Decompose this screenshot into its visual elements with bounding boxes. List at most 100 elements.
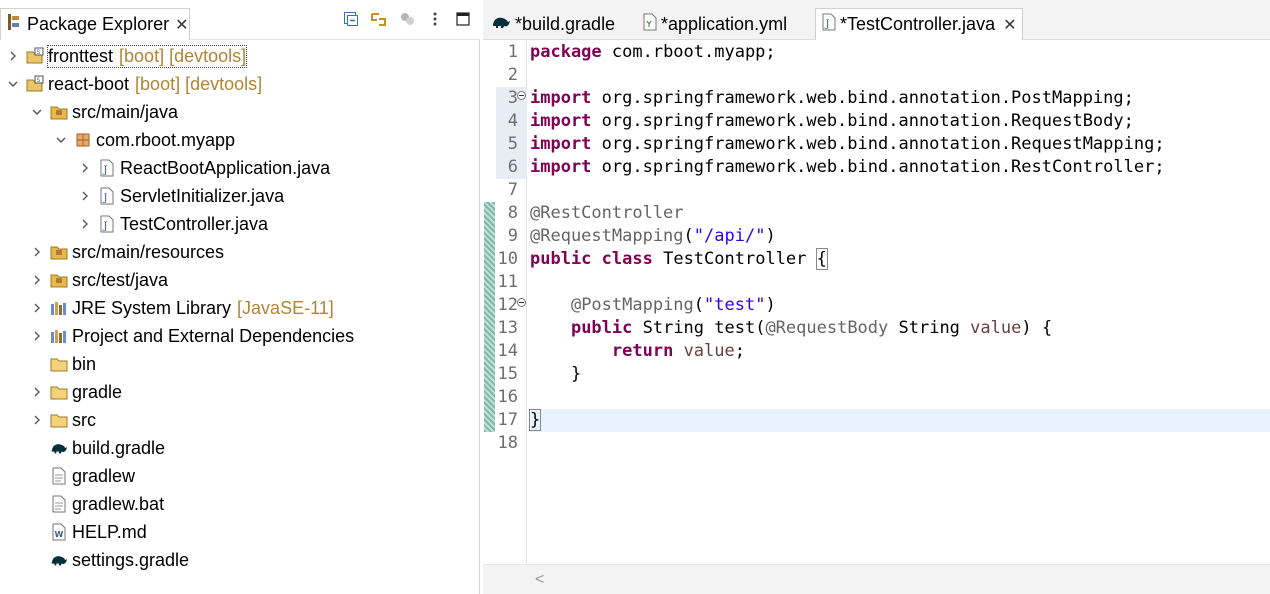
tree-item[interactable]: W HELP.md: [0, 518, 480, 546]
tree-item[interactable]: Sfronttest [boot] [devtools]: [0, 42, 480, 70]
code-editor[interactable]: 1 2 3 4 5 6 7 8 9 10 11 12 13 14 15 16 17 18 package com.…: [483, 40, 1270, 564]
tree-item[interactable]: gradlew: [0, 462, 480, 490]
svg-text:S: S: [37, 77, 41, 84]
code-token: org.springframework.web.bind.annotation.…: [591, 157, 1165, 177]
chevron-right-icon[interactable]: [30, 301, 44, 315]
tree-item[interactable]: Project and External Dependencies: [0, 322, 480, 350]
code-token: org.springframework.web.bind.annotation.…: [591, 134, 1165, 154]
code-line[interactable]: return value;: [530, 340, 1270, 363]
markdown-file-icon: W: [50, 523, 68, 541]
source-folder-icon: [50, 103, 68, 121]
tree-item[interactable]: settings.gradle: [0, 546, 480, 574]
package-explorer-tab[interactable]: Package Explorer ✕: [0, 8, 190, 40]
chevron-right-icon[interactable]: [30, 273, 44, 287]
project-icon: S: [26, 75, 44, 93]
fold-collapse-icon[interactable]: [517, 298, 526, 310]
tree-item-text: gradlew: [72, 466, 135, 487]
code-line[interactable]: import org.springframework.web.bind.anno…: [530, 87, 1270, 110]
tree-item[interactable]: src/test/java: [0, 266, 480, 294]
line-number-ruler: 1 2 3 4 5 6 7 8 9 10 11 12 13 14 15 16 17 18: [483, 40, 527, 564]
gradle-icon: [50, 551, 68, 569]
editor-tab-application-yml[interactable]: *application.yml: [637, 8, 787, 40]
code-line[interactable]: [530, 179, 1270, 202]
tree-item[interactable]: J ReactBootApplication.java: [0, 154, 480, 182]
chevron-right-icon[interactable]: [30, 413, 44, 427]
code-line[interactable]: [530, 432, 1270, 455]
close-icon[interactable]: ✕: [175, 15, 188, 35]
java-file-icon: J: [98, 159, 116, 177]
tree-item[interactable]: J ServletInitializer.java: [0, 182, 480, 210]
fold-collapse-icon[interactable]: [517, 91, 526, 103]
focus-icon[interactable]: [398, 10, 416, 28]
chevron-down-icon[interactable]: [6, 77, 20, 91]
collapse-all-icon[interactable]: [342, 10, 360, 28]
tree-item[interactable]: com.rboot.myapp: [0, 126, 480, 154]
tree-item[interactable]: src/main/resources: [0, 238, 480, 266]
tree-item[interactable]: JRE System Library [JavaSE-11]: [0, 294, 480, 322]
tree-item[interactable]: Sreact-boot [boot] [devtools]: [0, 70, 480, 98]
code-line[interactable]: [530, 386, 1270, 409]
tree-item-text: gradlew.bat: [72, 494, 164, 515]
tree-item[interactable]: bin: [0, 350, 480, 378]
code-line[interactable]: @RestController: [530, 202, 1270, 225]
code-line[interactable]: [530, 271, 1270, 294]
chevron-down-icon[interactable]: [54, 133, 68, 147]
tree-item-label: build.gradle: [72, 437, 166, 458]
tree-item[interactable]: gradlew.bat: [0, 490, 480, 518]
quick-diff-marker: [484, 202, 495, 432]
tree-item-label: ReactBootApplication.java: [120, 157, 331, 178]
tree-item[interactable]: J TestController.java: [0, 210, 480, 238]
code-line[interactable]: [530, 64, 1270, 87]
close-icon[interactable]: ✕: [1003, 15, 1016, 35]
code-line[interactable]: package com.rboot.myapp;: [530, 41, 1270, 64]
chevron-right-icon[interactable]: [78, 189, 92, 203]
horizontal-scrollbar[interactable]: <: [483, 564, 1270, 594]
code-line[interactable]: @PostMapping("test"): [530, 294, 1270, 317]
scroll-left-icon[interactable]: <: [535, 571, 544, 589]
matching-bracket: {: [815, 248, 828, 270]
tree-item-text: com.rboot.myapp: [96, 130, 235, 151]
package-explorer-title: Package Explorer: [27, 14, 170, 34]
view-menu-icon[interactable]: [426, 10, 444, 28]
code-line[interactable]: import org.springframework.web.bind.anno…: [530, 133, 1270, 156]
tree-item[interactable]: src/main/java: [0, 98, 480, 126]
tree-item-decoration: [boot] [devtools]: [119, 45, 247, 66]
link-with-editor-icon[interactable]: [370, 10, 388, 28]
line-number: 14: [497, 341, 518, 361]
tree-item-label: ServletInitializer.java: [120, 185, 285, 206]
gradle-icon: [491, 14, 511, 35]
tree-item-label: src/main/resources: [72, 241, 225, 262]
line-number: 15: [497, 364, 518, 384]
chevron-right-icon[interactable]: [30, 329, 44, 343]
code-line[interactable]: public class TestController {: [530, 248, 1270, 271]
matching-bracket: }: [528, 409, 542, 431]
code-line[interactable]: import org.springframework.web.bind.anno…: [530, 156, 1270, 179]
code-line[interactable]: @RequestMapping("/api/"): [530, 225, 1270, 248]
code-token: return: [611, 341, 674, 361]
chevron-right-icon[interactable]: [30, 385, 44, 399]
chevron-down-icon[interactable]: [30, 105, 44, 119]
tree-item[interactable]: src: [0, 406, 480, 434]
tree-item[interactable]: gradle: [0, 378, 480, 406]
code-token: ) {: [1021, 318, 1053, 338]
code-line[interactable]: public String test(@RequestBody String v…: [530, 317, 1270, 340]
tree-item-text: ServletInitializer.java: [120, 186, 284, 207]
tree-item[interactable]: build.gradle: [0, 434, 480, 462]
editor-tab-build-gradle[interactable]: *build.gradle: [485, 8, 615, 40]
library-icon: [50, 327, 68, 345]
editor-tab-testcontroller-java[interactable]: J *TestController.java ✕: [815, 8, 1023, 40]
code-line[interactable]: import org.springframework.web.bind.anno…: [530, 110, 1270, 133]
package-explorer-view: Package Explorer ✕ Sfronttest [boot] [dev…: [0, 0, 480, 594]
minimize-icon[interactable]: [454, 10, 472, 28]
tree-item-text: TestController.java: [120, 214, 268, 235]
code-line[interactable]: }: [528, 409, 1270, 432]
chevron-right-icon[interactable]: [78, 161, 92, 175]
chevron-right-icon[interactable]: [78, 217, 92, 231]
editor-tab-label: *TestController.java: [840, 14, 996, 34]
code-token: ): [765, 295, 776, 315]
chevron-right-icon[interactable]: [6, 49, 20, 63]
chevron-right-icon[interactable]: [30, 245, 44, 259]
tree-item-text: src: [72, 410, 96, 431]
code-line[interactable]: }: [530, 363, 1270, 386]
code-token: org.springframework.web.bind.annotation.…: [591, 88, 1134, 108]
